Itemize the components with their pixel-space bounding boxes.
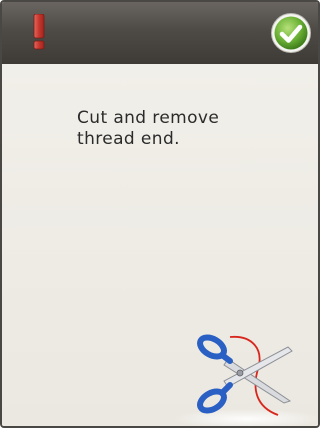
dialog-titlebar	[2, 2, 318, 65]
confirm-checkmark-button[interactable]	[270, 12, 312, 54]
dialog-content: Cut and remove thread end.	[2, 64, 318, 426]
instruction-text: Cut and remove thread end.	[77, 108, 220, 149]
scissors-icon	[197, 334, 293, 416]
exclamation-icon	[33, 14, 45, 50]
message-dialog: Cut and remove thread end.	[0, 0, 320, 428]
